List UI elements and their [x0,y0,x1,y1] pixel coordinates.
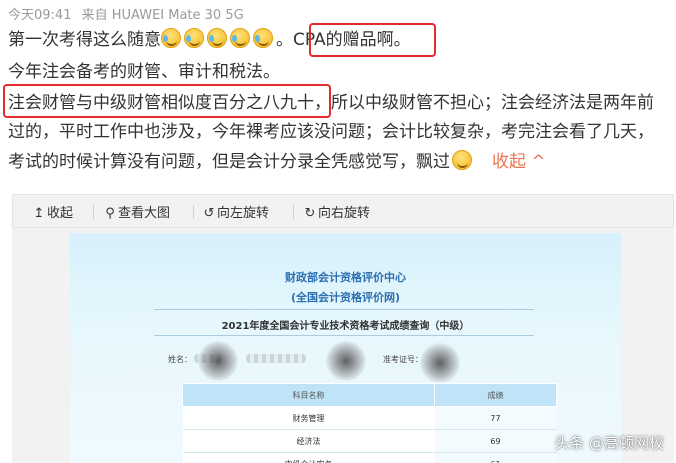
chevron-up-icon[interactable]: ^ [526,152,545,172]
cert-org-subtitle: (全国会计资格评价网) [290,291,401,304]
blurred-sticker [198,341,238,381]
cert-org-title: 财政部会计资格评价中心 [285,271,406,284]
highlight-box-similarity [3,84,331,118]
post-source: 来自 HUAWEI Mate 30 5G [81,8,244,23]
table-row: 中级会计实务 61 [182,452,557,463]
rotate-left-label: 向左旋转 [217,206,270,221]
rotate-left-icon: ↺ [203,206,215,221]
subject-cell: 中级会计实务 [182,452,435,463]
collapse-text-link[interactable]: 收起 [492,152,526,172]
cert-name-label: 姓名： [168,355,192,364]
post-time: 今天09:41 [8,8,72,23]
subject-cell: 经济法 [182,429,435,453]
score-cell: 69 [434,429,557,453]
post-line-4: 过的，平时工作中也涉及，今年裸考应该没问题；会计比较复杂，考完注会看了几天， [8,122,654,142]
laugh-cry-icon [207,28,227,48]
table-header-row: 科目名称 成绩 [182,383,557,407]
smirk-icon [452,150,472,170]
redacted-id-number [246,354,306,363]
post-text-line5: 考试的时候计算没有问题，但是会计分录全凭感觉写，飘过 [8,152,450,172]
blurred-sticker [326,341,366,381]
cert-id-label: 准考证号： [383,355,423,364]
laugh-cry-icon [184,28,204,48]
rotate-right-icon: ↻ [304,206,316,221]
highlight-box-cpa [309,23,436,57]
view-large-button[interactable]: ⚲ 查看大图 [104,202,170,221]
collapse-image-button[interactable]: ↥ 收起 [33,202,73,221]
post-line-2: 今年注会备考的财管、审计和税法。 [8,62,280,82]
table-row: 财务管理 77 [182,406,557,430]
post-meta: 今天09:41 来自 HUAWEI Mate 30 5G [8,4,250,23]
score-cell: 61 [434,452,557,463]
view-large-label: 查看大图 [118,206,171,221]
laugh-cry-icon [230,28,250,48]
laugh-cry-icon [161,28,181,48]
collapse-arrow-icon: ↥ [33,206,45,221]
toolbar-divider [293,205,294,219]
collapse-image-label: 收起 [47,206,74,221]
header-score: 成绩 [434,383,557,407]
score-table: 科目名称 成绩 财务管理 77 经济法 69 中级会计实务 61 [182,383,557,463]
cert-divider [154,335,534,336]
subject-cell: 财务管理 [182,406,435,430]
post-text-line1: 第一次考得这么随意 [8,30,161,50]
post-line-5: 考试的时候计算没有问题，但是会计分录全凭感觉写，飘过 收起 ^ [8,148,546,176]
score-cell: 77 [434,406,557,430]
cert-divider [154,309,534,310]
image-toolbar: ↥ 收起 ⚲ 查看大图 ↺ 向左旋转 ↻ 向右旋转 [12,194,674,228]
blurred-sticker [420,343,460,383]
header-subject: 科目名称 [182,383,435,407]
post-text-line3-rest: ，所以中级财管不担心；注会经济法是两年前 [314,93,654,113]
score-certificate-image[interactable]: 财政部会计资格评价中心 (全国会计资格评价网) 2021年度全国会计专业技术资格… [70,233,621,463]
cert-query-title: 2021年度全国会计专业技术资格考试成绩查询（中级） [221,321,470,332]
table-row: 经济法 69 [182,429,557,453]
rotate-right-label: 向右旋转 [318,206,371,221]
source-watermark: 头条 @高顿网校 [554,434,664,452]
rotate-right-button[interactable]: ↻ 向右旋转 [304,202,370,221]
toolbar-divider [193,205,194,219]
toolbar-divider [93,205,94,219]
laugh-cry-icon [253,28,273,48]
magnifier-icon: ⚲ [105,206,115,221]
rotate-left-button[interactable]: ↺ 向左旋转 [203,202,269,221]
